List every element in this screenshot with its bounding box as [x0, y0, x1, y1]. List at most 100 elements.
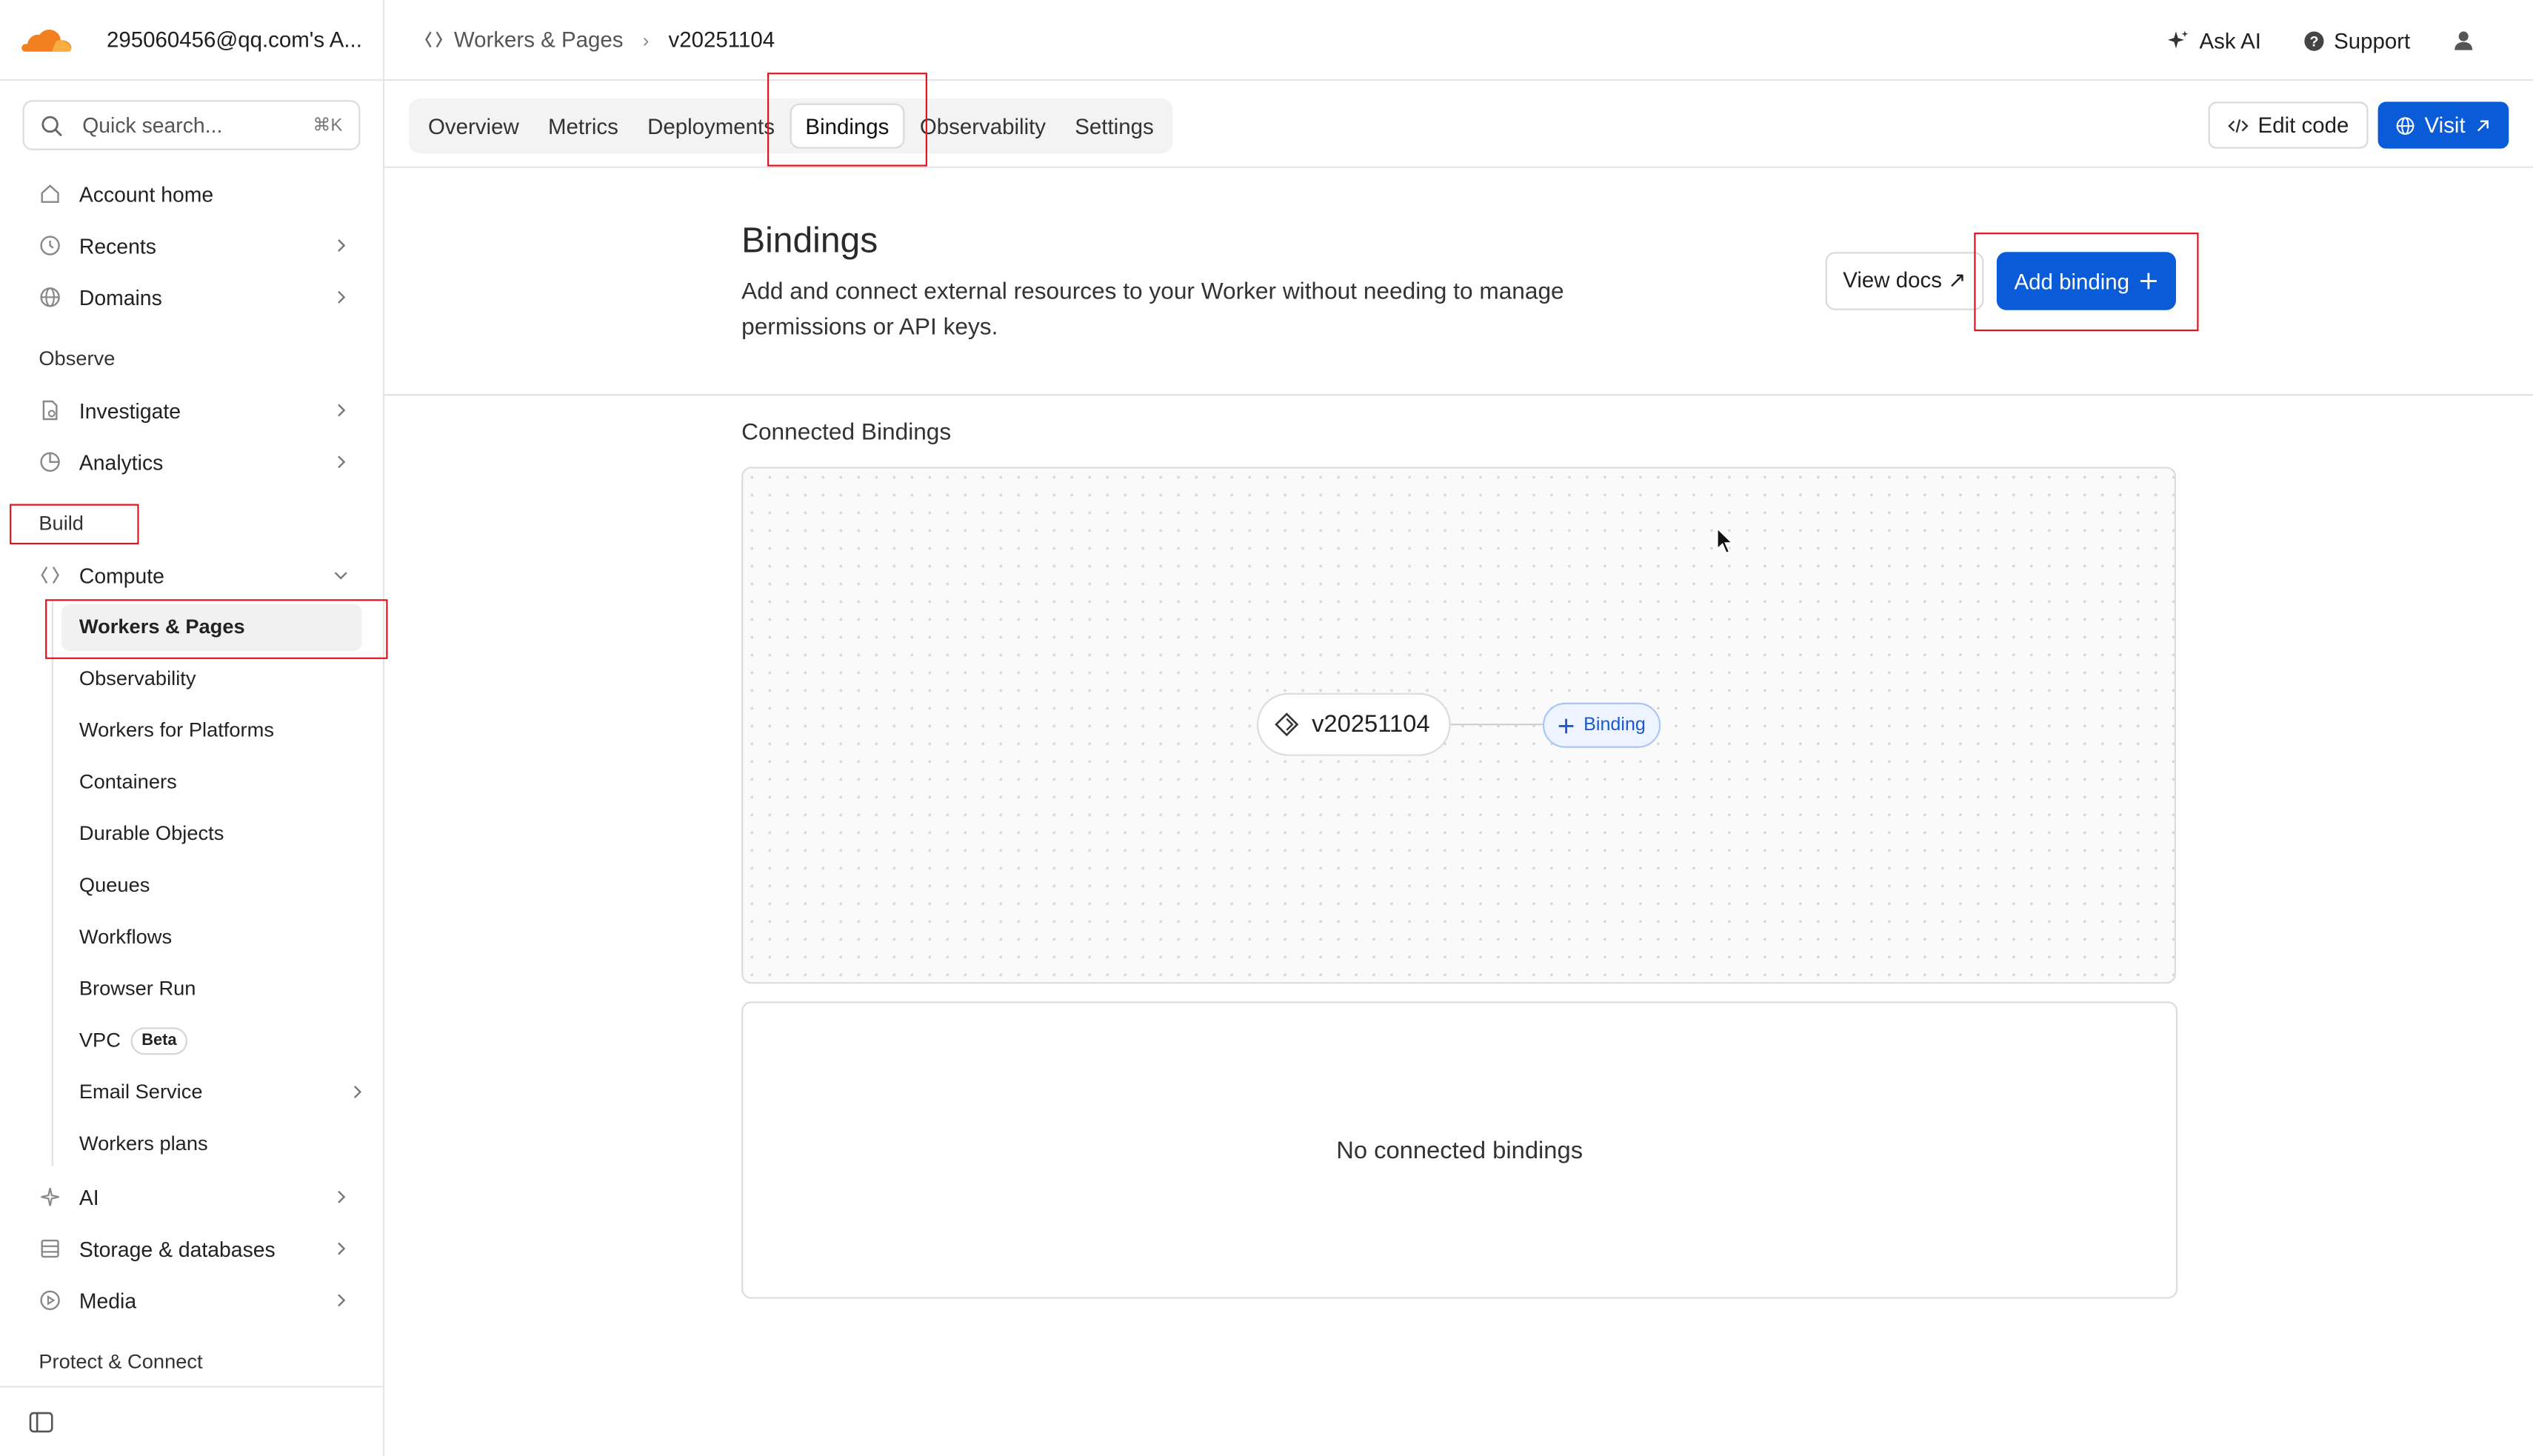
sidebar-item-ai[interactable]: AI [33, 1175, 365, 1220]
sidebar-item-media[interactable]: Media [33, 1278, 365, 1323]
home-icon [41, 184, 59, 203]
compute-icon [1275, 712, 1299, 737]
tab-deployments[interactable]: Deployments [633, 104, 789, 149]
sidebar-item-label: AI [79, 1184, 99, 1209]
sidebar-item-label: Media [79, 1288, 137, 1313]
chevron-right-icon [338, 1190, 346, 1203]
play-circle-icon [40, 1290, 60, 1310]
sidebar-item-investigate[interactable]: Investigate [33, 387, 365, 433]
compute-icon [425, 31, 443, 48]
search-icon [41, 115, 62, 136]
sidebar: 295060456@qq.com's A... Quick search... … [0, 0, 385, 1456]
quick-search-input[interactable]: Quick search... ⌘K [22, 100, 361, 150]
sidebar-item-queues[interactable]: Queues [79, 866, 150, 904]
chevron-right-icon [338, 404, 346, 417]
plus-icon [1559, 718, 1575, 733]
sidebar-item-analytics[interactable]: Analytics [33, 439, 365, 484]
compute-tree-line [51, 601, 53, 1166]
sidebar-item-label: VPC [79, 1029, 121, 1052]
sparkle-icon [2169, 30, 2189, 49]
sidebar-item-compute[interactable]: Compute [33, 552, 365, 598]
code-icon [2227, 118, 2248, 133]
chevron-right-icon: › [642, 28, 650, 51]
worker-node-label: v20251104 [1312, 710, 1430, 738]
sidebar-item-workers-plans[interactable]: Workers plans [79, 1124, 208, 1163]
connected-bindings-title: Connected Bindings [741, 420, 952, 446]
sidebar-footer [0, 1385, 385, 1456]
sidebar-item-containers[interactable]: Containers [79, 762, 177, 801]
header-divider [384, 394, 2533, 396]
sidebar-item-recents[interactable]: Recents [33, 223, 365, 268]
edit-code-button[interactable]: Edit code [2207, 101, 2369, 149]
svg-text:?: ? [2309, 33, 2318, 49]
header-actions: Ask AI ? Support [2167, 0, 2533, 81]
chevron-right-icon [338, 290, 346, 304]
highlight-box [767, 73, 927, 167]
worker-tab-bar: Overview Metrics Deployments Bindings Ob… [384, 81, 2533, 168]
sidebar-item-durable-objects[interactable]: Durable Objects [79, 814, 224, 852]
clock-icon [40, 236, 60, 256]
mouse-cursor-icon [1716, 527, 1735, 555]
tab-metrics[interactable]: Metrics [533, 104, 633, 149]
sidebar-item-label: Domains [79, 284, 162, 310]
sparkle-icon [41, 1187, 59, 1206]
globe-icon [2396, 116, 2414, 134]
top-header: Workers & Pages › v20251104 Ask AI ? Sup… [384, 0, 2533, 81]
sidebar-item-storage-databases[interactable]: Storage & databases [33, 1226, 365, 1271]
visit-label: Visit [2424, 113, 2466, 138]
account-name: 295060456@qq.com's A... [106, 27, 362, 52]
search-shortcut: ⌘K [313, 116, 343, 136]
chevron-right-icon [353, 1085, 362, 1098]
sidebar-item-label: Account home [79, 181, 214, 207]
breadcrumb-current: v20251104 [668, 27, 775, 52]
account-switcher[interactable]: 295060456@qq.com's A... [0, 0, 383, 81]
user-icon [2454, 31, 2473, 50]
help-icon: ? [2303, 30, 2323, 50]
tab-observability[interactable]: Observability [905, 104, 1060, 149]
breadcrumb: Workers & Pages › v20251104 [423, 27, 775, 52]
database-icon [41, 1239, 59, 1258]
sidebar-item-browser-run[interactable]: Browser Run [79, 969, 196, 1008]
user-menu-button[interactable] [2452, 29, 2485, 52]
sidebar-item-label: Recents [79, 233, 156, 258]
sidebar-item-label: Analytics [79, 450, 164, 475]
sidebar-item-email-service[interactable]: Email Service [79, 1072, 365, 1111]
section-observe: Observe [39, 347, 116, 370]
highlight-box [45, 599, 388, 659]
sidebar-item-label: Storage & databases [79, 1236, 276, 1261]
empty-bindings-state: No connected bindings [741, 1001, 2178, 1299]
sidebar-item-label: Email Service [79, 1081, 203, 1103]
breadcrumb-workers-pages[interactable]: Workers & Pages [454, 27, 624, 52]
sidebar-item-account-home[interactable]: Account home [33, 171, 365, 216]
search-placeholder: Quick search... [82, 113, 223, 138]
sidebar-item-domains[interactable]: Domains [33, 275, 365, 320]
sidebar-item-vpc[interactable]: VPC Beta [79, 1021, 188, 1059]
tab-settings[interactable]: Settings [1061, 104, 1169, 149]
globe-icon [40, 287, 60, 307]
binding-pill-label: Binding [1583, 715, 1646, 735]
worker-node[interactable]: v20251104 [1256, 692, 1451, 756]
empty-state-text: No connected bindings [1336, 1136, 1583, 1164]
pie-chart-icon [40, 452, 60, 472]
sidebar-item-observability[interactable]: Observability [79, 659, 196, 698]
chevron-down-icon [334, 572, 347, 580]
view-docs-button[interactable]: View docs ↗ [1825, 252, 1984, 310]
ask-ai-label: Ask AI [2199, 28, 2261, 53]
chevron-right-icon [338, 239, 346, 253]
external-link-icon [2477, 119, 2489, 131]
page-description: Add and connect external resources to yo… [741, 279, 1564, 341]
sidebar-item-workflows[interactable]: Workflows [79, 918, 172, 956]
chevron-right-icon [338, 455, 346, 469]
sidebar-collapse-icon[interactable] [29, 1411, 53, 1432]
add-binding-node[interactable]: Binding [1542, 702, 1661, 748]
ask-ai-button[interactable]: Ask AI [2167, 28, 2261, 53]
tab-overview[interactable]: Overview [413, 104, 533, 149]
sidebar-item-workers-for-platforms[interactable]: Workers for Platforms [79, 711, 274, 749]
edit-code-label: Edit code [2257, 113, 2349, 138]
highlight-box [1974, 233, 2199, 332]
support-button[interactable]: ? Support [2303, 28, 2410, 53]
graph-edge [1450, 724, 1545, 726]
document-search-icon [42, 400, 58, 421]
visit-button[interactable]: Visit [2377, 101, 2509, 149]
compute-icon [41, 566, 59, 584]
